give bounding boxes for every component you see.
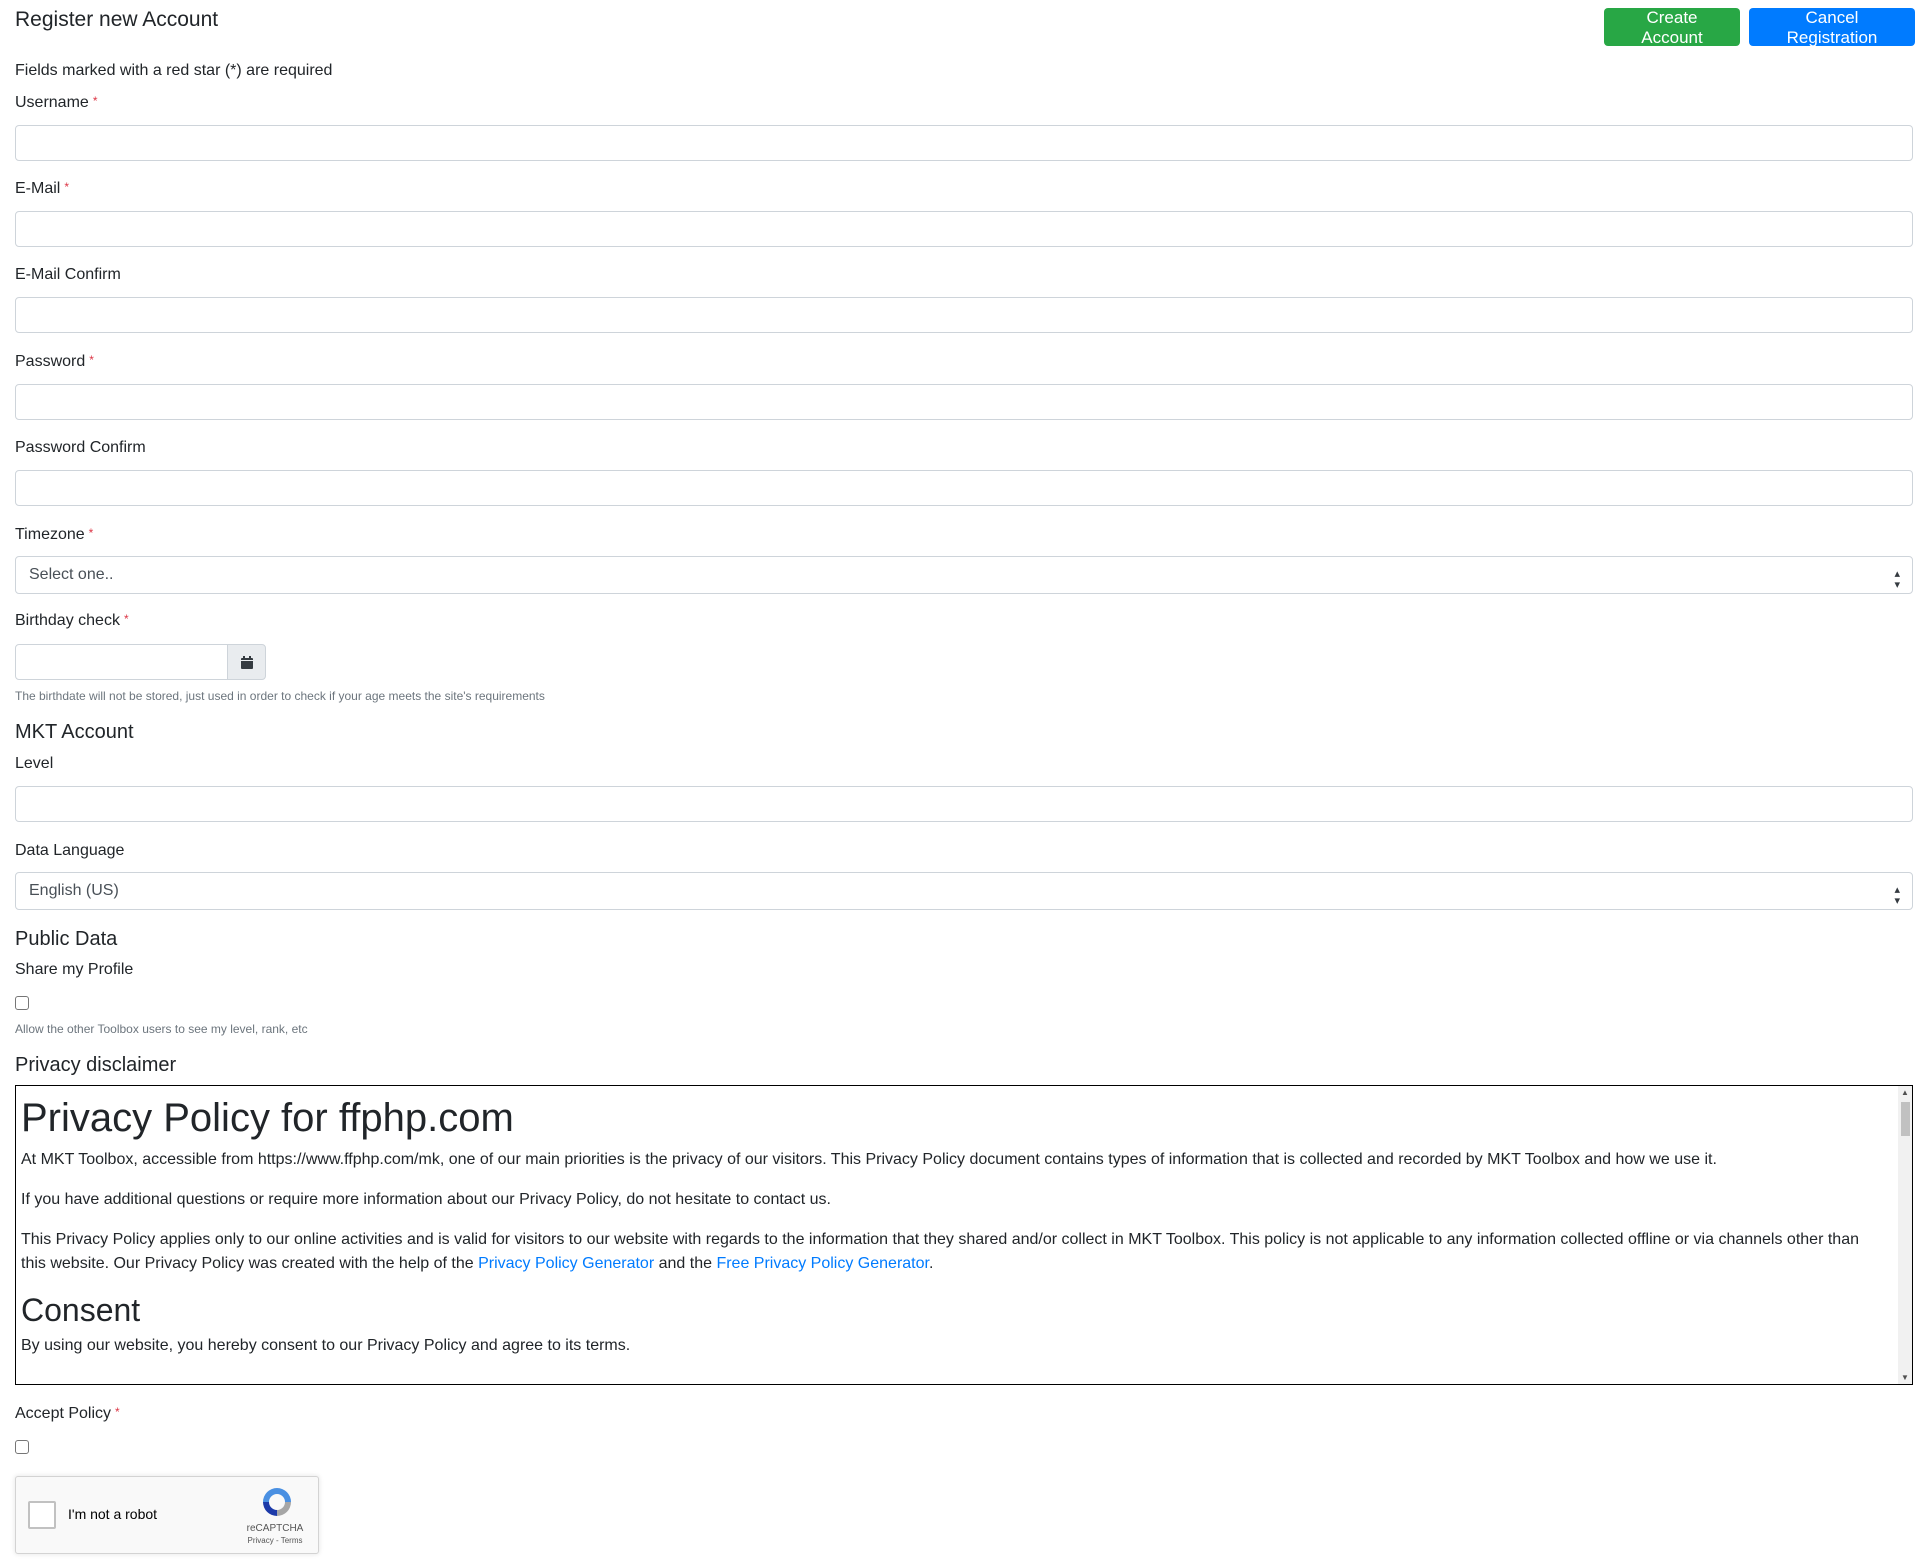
create-account-button[interactable]: Create Account <box>1604 8 1740 47</box>
timezone-selected-value: Select one.. <box>29 566 114 583</box>
recaptcha-checkbox[interactable] <box>28 1501 56 1529</box>
mkt-account-heading: MKT Account <box>15 721 134 743</box>
page-title: Register new Account <box>15 8 219 31</box>
public-data-heading: Public Data <box>15 928 118 950</box>
birthday-label: Birthday check * <box>15 612 129 630</box>
email-input[interactable] <box>15 211 1913 247</box>
share-profile-checkbox[interactable] <box>15 996 29 1010</box>
timezone-label: Timezone * <box>15 526 93 544</box>
select-arrows-icon: ▴ ▾ <box>1894 884 1900 907</box>
privacy-policy-generator-link[interactable]: Privacy Policy Generator <box>478 1255 654 1272</box>
accept-policy-label: Accept Policy * <box>15 1405 120 1423</box>
email-confirm-label: E-Mail Confirm <box>15 266 121 283</box>
username-input[interactable] <box>15 125 1913 161</box>
password-label-text: Password <box>15 353 86 370</box>
password-confirm-label: Password Confirm <box>15 439 146 456</box>
password-confirm-input[interactable] <box>15 470 1913 506</box>
calendar-button[interactable] <box>227 644 266 680</box>
level-label: Level <box>15 755 54 772</box>
required-star: * <box>64 180 70 194</box>
required-note: Fields marked with a red star (*) are re… <box>15 62 333 79</box>
scroll-thumb[interactable] <box>1901 1102 1910 1136</box>
email-label: E-Mail * <box>15 180 69 198</box>
required-star: * <box>88 526 94 540</box>
privacy-paragraph-1: At MKT Toolbox, accessible from https://… <box>21 1151 1717 1168</box>
privacy-policy-title: Privacy Policy for ffphp.com <box>21 1096 514 1140</box>
privacy-paragraph-3-text: This Privacy Policy applies only to our … <box>21 1231 1859 1272</box>
birthday-label-text: Birthday check <box>15 612 120 629</box>
password-label: Password * <box>15 353 94 371</box>
free-privacy-policy-generator-link[interactable]: Free Privacy Policy Generator <box>716 1255 929 1272</box>
consent-heading: Consent <box>21 1292 141 1328</box>
timezone-select[interactable]: Select one.. ▴ ▾ <box>15 556 1913 594</box>
scroll-up-arrow-icon[interactable]: ▲ <box>1901 1088 1909 1097</box>
accept-policy-checkbox[interactable] <box>15 1440 29 1454</box>
email-label-text: E-Mail <box>15 180 61 197</box>
timezone-label-text: Timezone <box>15 526 85 543</box>
calendar-icon <box>241 656 253 669</box>
level-input[interactable] <box>15 786 1913 822</box>
select-arrows-icon: ▴ ▾ <box>1894 568 1900 591</box>
required-star: * <box>115 1405 120 1419</box>
privacy-paragraph-3-end: . <box>928 1255 934 1272</box>
share-profile-label: Share my Profile <box>15 961 134 978</box>
privacy-policy-content: Privacy Policy for ffphp.com At MKT Tool… <box>21 1086 1881 1358</box>
cancel-registration-button[interactable]: Cancel Registration <box>1749 8 1915 47</box>
registration-page: Register new Account Create Account Canc… <box>15 0 1915 1554</box>
privacy-disclaimer-heading: Privacy disclaimer <box>15 1054 177 1076</box>
share-profile-help-text: Allow the other Toolbox users to see my … <box>15 1022 308 1036</box>
recaptcha-label: I'm not a robot <box>68 1506 158 1522</box>
username-label-text: Username <box>15 94 89 111</box>
scroll-down-arrow-icon[interactable]: ▼ <box>1901 1373 1909 1382</box>
policy-scrollbar[interactable]: ▲ ▼ <box>1898 1086 1912 1384</box>
birthday-input[interactable] <box>15 644 228 680</box>
birthday-help-text: The birthdate will not be stored, just u… <box>15 689 545 703</box>
password-input[interactable] <box>15 384 1913 420</box>
consent-paragraph: By using our website, you hereby consent… <box>21 1337 631 1354</box>
data-language-selected-value: English (US) <box>29 882 119 899</box>
required-star: * <box>89 353 94 367</box>
birthday-date-picker <box>15 644 266 680</box>
email-confirm-input[interactable] <box>15 297 1913 333</box>
recaptcha-widget: I'm not a robot reCAPTCHA Privacy - Term… <box>15 1476 319 1554</box>
header: Register new Account Create Account Canc… <box>15 0 1915 58</box>
data-language-label: Data Language <box>15 842 125 859</box>
accept-policy-label-text: Accept Policy <box>15 1405 112 1422</box>
username-label: Username * <box>15 94 97 112</box>
recaptcha-brand: reCAPTCHA <box>246 1523 304 1534</box>
privacy-paragraph-2: If you have additional questions or requ… <box>21 1191 831 1208</box>
data-language-select[interactable]: English (US) ▴ ▾ <box>15 872 1913 910</box>
privacy-paragraph-3: This Privacy Policy applies only to our … <box>21 1228 1881 1276</box>
recaptcha-privacy-terms-link[interactable]: Privacy - Terms <box>230 1536 320 1545</box>
required-star: * <box>123 612 129 626</box>
privacy-policy-box[interactable]: Privacy Policy for ffphp.com At MKT Tool… <box>15 1085 1913 1385</box>
required-star: * <box>92 94 98 108</box>
privacy-paragraph-3-mid: and the <box>654 1255 717 1272</box>
recaptcha-logo-icon <box>263 1488 291 1516</box>
